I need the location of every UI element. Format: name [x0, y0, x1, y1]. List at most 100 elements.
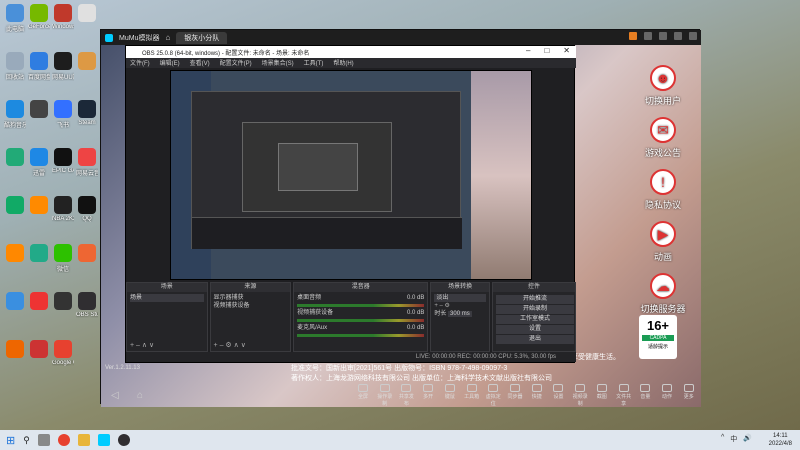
desktop-icon[interactable]: 此电脑	[4, 4, 26, 33]
menu-switch-server[interactable]: ☁ 切换服务器	[631, 273, 695, 315]
toolbar-item[interactable]: 全屏	[355, 382, 371, 406]
mumu-settings-icon[interactable]	[644, 32, 652, 40]
scene-item[interactable]: 场景	[130, 294, 204, 302]
menu-switch-user[interactable]: ☻ 切换用户	[631, 65, 695, 107]
toolbar-item[interactable]: 音量	[637, 382, 653, 406]
obs-taskbar-icon[interactable]	[117, 434, 130, 446]
volume-icon[interactable]: 🔊	[743, 434, 752, 444]
toolbar-item[interactable]: 操作录制	[377, 382, 393, 407]
task-view-icon[interactable]	[37, 434, 50, 446]
desktop-icon[interactable]	[76, 244, 98, 264]
mumu-menu-icon[interactable]	[629, 32, 637, 40]
age-rating-badge[interactable]: 16+ CADPA 适龄提示	[639, 315, 677, 359]
studio-mode-button[interactable]: 工作室模式	[496, 315, 574, 324]
desktop-icon[interactable]: 迅雷	[28, 148, 50, 177]
toolbar-item[interactable]: 截图	[594, 382, 610, 406]
sources-controls[interactable]: + – ⚙ ∧ ∨	[214, 341, 246, 349]
desktop-icon[interactable]: NBA 2K21	[52, 196, 74, 222]
obs-preview[interactable]	[170, 70, 532, 280]
toolbar-item[interactable]: 多开	[420, 382, 436, 406]
toolbar-item[interactable]: 工具箱	[464, 382, 480, 406]
ime-indicator[interactable]: 中	[730, 434, 737, 444]
desktop-icon[interactable]: 飞书	[52, 100, 74, 129]
toolbar-item[interactable]: 快捷	[529, 382, 545, 406]
toolbar-item[interactable]: 虚拟定位	[485, 382, 501, 407]
toolbar-item[interactable]: 文件共享	[616, 382, 632, 407]
desktop-icon[interactable]: 百度网盘	[28, 52, 50, 81]
desktop-icon[interactable]: GeForce Experience	[28, 4, 50, 30]
toolbar-item[interactable]: 共享发布	[398, 382, 414, 407]
obs-menu-item[interactable]: 编辑(E)	[160, 58, 180, 68]
desktop-icon[interactable]	[28, 292, 50, 312]
menu-privacy[interactable]: ! 隐私协议	[631, 169, 695, 211]
desktop-icon[interactable]: EPIC GAMES	[52, 148, 74, 174]
obs-menu-item[interactable]: 帮助(H)	[333, 58, 353, 68]
desktop-icon[interactable]	[76, 4, 98, 24]
desktop-icon[interactable]: 回收站	[4, 52, 26, 81]
obs-menu-item[interactable]: 查看(V)	[190, 58, 210, 68]
obs-close-icon[interactable]: ✕	[563, 46, 570, 55]
taskbar-clock[interactable]: 14:11 2022/4/8	[769, 432, 792, 448]
mumu-taskbar-icon[interactable]	[97, 434, 110, 446]
desktop-icon[interactable]	[28, 244, 50, 264]
desktop-icon[interactable]: 网易云音乐	[76, 148, 98, 177]
tab-game[interactable]: 银灰小分队	[176, 31, 228, 44]
desktop-icon[interactable]: QQ	[76, 196, 98, 222]
desktop-icon[interactable]	[4, 244, 26, 264]
desktop-icon[interactable]: Steam	[76, 100, 98, 126]
desktop-icon[interactable]	[4, 340, 26, 360]
desktop-icon[interactable]: Windows10 Mac	[52, 4, 74, 30]
mumu-maximize-icon[interactable]	[674, 32, 682, 40]
desktop-icon[interactable]	[76, 52, 98, 72]
obs-menu-item[interactable]: 文件(F)	[130, 58, 150, 68]
tray-overflow-icon[interactable]: ^	[721, 434, 724, 444]
start-recording-button[interactable]: 开始录制	[496, 305, 574, 314]
settings-button[interactable]: 设置	[496, 325, 574, 334]
transition-select[interactable]: 淡出	[434, 294, 486, 302]
toolbar-item[interactable]: 键鼠	[442, 382, 458, 406]
desktop-icon[interactable]: 微信	[52, 244, 74, 273]
home-nav-icon[interactable]: ⌂	[137, 390, 143, 401]
toolbar-item[interactable]: 更多	[681, 382, 697, 406]
obs-titlebar[interactable]: OBS 25.0.8 (64-bit, windows) - 配置文件: 未命名…	[126, 46, 576, 58]
back-icon[interactable]: ◁	[111, 390, 119, 401]
chrome-icon[interactable]	[57, 434, 70, 446]
transition-controls[interactable]: + – ⚙	[434, 302, 486, 310]
obs-menu-item[interactable]: 配置文件(P)	[220, 58, 252, 68]
desktop-icon[interactable]: 网易UU加速器	[52, 52, 74, 81]
desktop-icon[interactable]: Google Chrome	[52, 340, 74, 366]
source-item[interactable]: 视频捕获设备	[214, 302, 288, 310]
desktop-icon[interactable]	[28, 196, 50, 216]
desktop-icon[interactable]: 酷狗音乐	[4, 100, 26, 129]
obs-menu-item[interactable]: 工具(T)	[304, 58, 324, 68]
toolbar-item[interactable]: 视频录制	[572, 382, 588, 407]
search-icon[interactable]: ⚲	[23, 435, 30, 446]
start-streaming-button[interactable]: 开始推流	[496, 295, 574, 304]
desktop-icon[interactable]	[4, 196, 26, 216]
desktop-icon[interactable]	[52, 292, 74, 312]
obs-window[interactable]: OBS 25.0.8 (64-bit, windows) - 配置文件: 未命名…	[125, 45, 576, 363]
obs-menu-item[interactable]: 场景集合(S)	[262, 58, 294, 68]
obs-minimize-icon[interactable]: –	[526, 46, 530, 55]
menu-announcement[interactable]: ✉ 游戏公告	[631, 117, 695, 159]
toolbar-item[interactable]: 同步器	[507, 382, 523, 406]
desktop-icon[interactable]	[4, 292, 26, 312]
toolbar-item[interactable]: 动作	[659, 382, 675, 406]
explorer-icon[interactable]	[77, 434, 90, 446]
start-icon[interactable]: ⊞	[6, 434, 15, 447]
mumu-titlebar[interactable]: MuMu模拟器 ⌂ 银灰小分队	[101, 30, 701, 45]
home-icon[interactable]: ⌂	[165, 33, 170, 42]
desktop-icon[interactable]	[28, 100, 50, 120]
toolbar-item[interactable]: 设置	[550, 382, 566, 406]
obs-maximize-icon[interactable]: □	[544, 46, 549, 55]
duration-input[interactable]: 300 ms	[448, 311, 472, 317]
mumu-close-icon[interactable]	[689, 32, 697, 40]
mumu-minimize-icon[interactable]	[659, 32, 667, 40]
exit-button[interactable]: 退出	[496, 335, 574, 344]
desktop-icon[interactable]: OBS Studio	[76, 292, 98, 318]
desktop-icon[interactable]	[28, 340, 50, 360]
scenes-controls[interactable]: + – ∧ ∨	[130, 341, 154, 349]
source-item[interactable]: 显示器捕获	[214, 294, 288, 302]
menu-animation[interactable]: ▶ 动画	[631, 221, 695, 263]
desktop-icon[interactable]	[4, 148, 26, 168]
